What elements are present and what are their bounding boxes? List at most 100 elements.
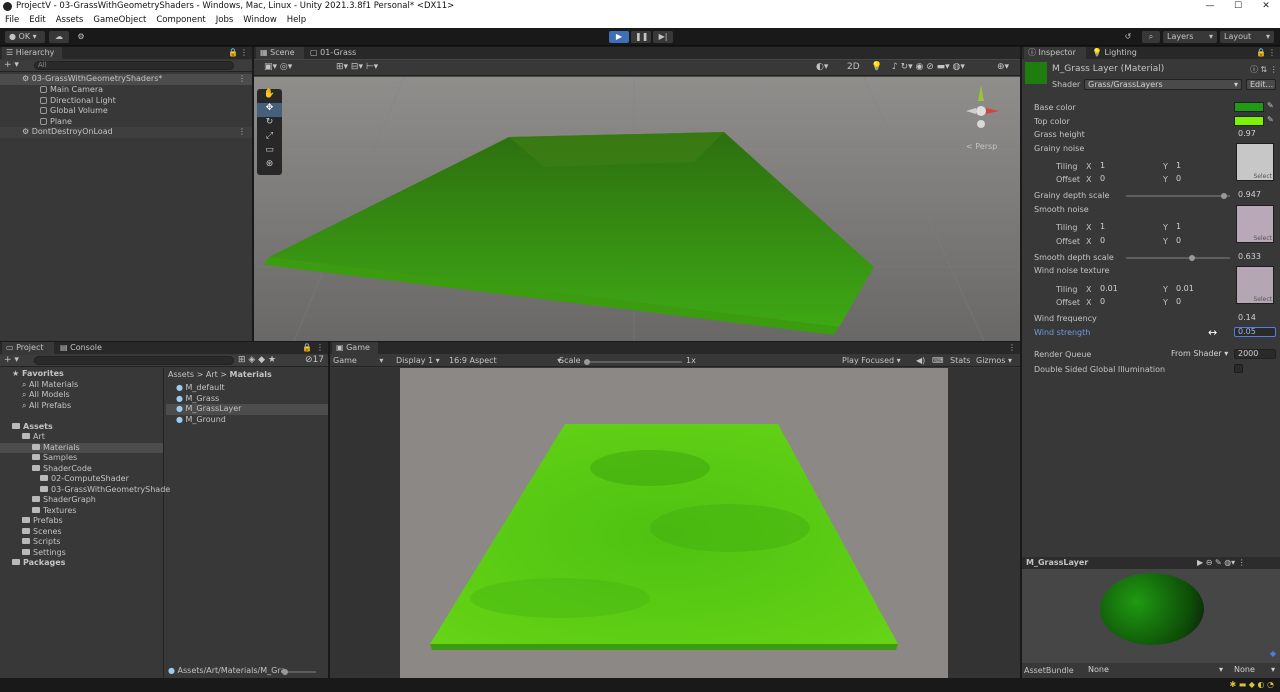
wind-tiling-x[interactable]: 0.01 [1096,284,1160,294]
breadcrumb-assets[interactable]: Assets [168,370,194,379]
menu-component[interactable]: Component [151,13,210,28]
lighting-toggle-icon[interactable]: 💡 [871,62,882,72]
scene-root-item[interactable]: ⚙ 03-GrassWithGeometryShaders* ⋮ [0,74,252,85]
hierarchy-item[interactable]: Directional Light [0,96,252,107]
hierarchy-item[interactable]: Main Camera [0,85,252,96]
assetbundle-variant-dropdown[interactable]: None ▾ [1230,665,1278,675]
scale-slider[interactable] [586,361,682,363]
scale-knob[interactable] [584,359,590,365]
menu-jobs[interactable]: Jobs [211,13,239,28]
tree-item[interactable]: Art [0,432,163,443]
tree-item[interactable]: 03-GrassWithGeometryShade [0,485,170,496]
grainy-depth-field[interactable]: 0.947 [1234,190,1276,200]
hand-tool-icon[interactable]: ✋ [257,89,282,103]
eyedropper-icon[interactable]: ✎ [1267,115,1274,124]
move-tool-icon[interactable]: ✥ [257,103,282,117]
status-icons[interactable]: ✱ ▬ ◆ ◐ ◔ [1229,680,1274,689]
layout-dropdown[interactable]: Layout ▾ [1220,31,1274,43]
play-focused-dropdown[interactable]: Play Focused ▾ [842,356,901,365]
project-search-input[interactable] [34,356,234,365]
tree-item[interactable]: Settings [0,548,163,559]
wind-frequency-field[interactable]: 0.14 [1234,313,1276,323]
hierarchy-item[interactable]: Plane [0,117,252,128]
tree-item-materials[interactable]: Materials [0,442,163,453]
kebab-menu-icon[interactable]: ⋮ [240,47,248,59]
wind-noise-texture[interactable]: Select [1236,266,1274,304]
icon-size-knob[interactable] [282,669,288,675]
menu-gameobject[interactable]: GameObject [88,13,151,28]
asset-item-selected[interactable]: ● M_GrassLayer [166,404,328,415]
ddol-item[interactable]: ⚙ DontDestroyOnLoad ⋮ [0,127,252,138]
grainy-tiling-y[interactable]: 1 [1172,161,1232,171]
smooth-offset-x[interactable]: 0 [1096,236,1160,246]
lock-icon[interactable]: 🔒 [228,47,238,59]
filter-icons[interactable]: ⊞ ◈ ◆ ★ [238,355,276,366]
edit-shader-button[interactable]: Edit... [1246,79,1276,90]
wind-strength-field[interactable]: 0.05 [1234,327,1276,337]
grainy-noise-texture[interactable]: Select [1236,143,1274,181]
kebab-menu-icon[interactable]: ⋮ [1008,342,1016,354]
gizmo-settings-icon[interactable]: ⊕▾ [997,62,1009,72]
stats-button[interactable]: Stats [950,356,970,365]
kebab-menu-icon[interactable]: ⋮ [1268,47,1276,59]
hierarchy-search-input[interactable]: All [34,61,234,70]
base-color-swatch[interactable] [1234,102,1264,112]
grass-height-field[interactable]: 0.97 [1234,129,1276,139]
grainy-tiling-x[interactable]: 1 [1096,161,1160,171]
tree-item[interactable]: ShaderGraph [0,495,163,506]
account-button[interactable]: ● OK ▾ [5,31,45,43]
tab-game[interactable]: ▣ Game [332,342,378,354]
kebab-menu-icon[interactable]: ⋮ [238,127,246,138]
draw-mode-icon[interactable]: ▣▾ ◎▾ [264,62,292,72]
transform-tool-icon[interactable]: ⊛ [257,159,282,173]
shader-dropdown[interactable]: Grass/GrassLayers ▾ [1084,79,1242,90]
eyedropper-icon[interactable]: ✎ [1267,101,1274,110]
render-queue-field[interactable]: 2000 [1234,349,1276,359]
toggle-2d-button[interactable]: 2D [847,62,860,72]
tree-item[interactable]: 02-ComputeShader [0,474,163,485]
orientation-gizmo[interactable] [962,83,1002,129]
close-button[interactable]: ✕ [1252,0,1280,13]
tab-scene[interactable]: ▦ Scene [256,47,304,59]
grainy-depth-slider[interactable] [1126,195,1230,197]
breadcrumb-art[interactable]: Art [206,370,218,379]
tree-item[interactable]: ⌕ All Models [0,390,163,401]
scale-tool-icon[interactable]: ⤢ [257,131,282,145]
wind-tiling-y[interactable]: 0.01 [1172,284,1232,294]
smooth-tiling-x[interactable]: 1 [1096,222,1160,232]
shortcuts-icon[interactable]: ⌨ [932,356,944,365]
breadcrumb-materials[interactable]: Materials [230,370,272,379]
render-queue-mode-dropdown[interactable]: From Shader ▾ [1167,349,1231,359]
select-button[interactable]: Select [1253,173,1272,180]
history-button[interactable]: ↺ [1119,31,1137,43]
add-button[interactable]: + ▾ [4,60,19,71]
shading-toggle-icon[interactable]: ◐▾ [816,62,828,72]
hidden-count[interactable]: ⊘17 [305,355,324,366]
maximize-button[interactable]: ☐ [1224,0,1252,13]
step-button[interactable]: ▶| [653,31,673,43]
tab-inspector[interactable]: ⓘ Inspector [1024,47,1086,59]
grainy-offset-x[interactable]: 0 [1096,174,1160,184]
tree-packages[interactable]: Packages [0,558,163,569]
tree-item[interactable]: Prefabs [0,516,163,527]
wind-offset-y[interactable]: 0 [1172,297,1232,307]
persp-label[interactable]: < Persp [966,142,997,151]
game-render[interactable] [400,368,948,678]
search-button[interactable]: ⌕ [1142,31,1160,43]
menu-edit[interactable]: Edit [24,13,50,28]
tree-item[interactable]: Samples [0,453,163,464]
smooth-noise-texture[interactable]: Select [1236,205,1274,243]
cloud-button[interactable]: ☁ [49,31,69,43]
top-color-swatch[interactable] [1234,116,1264,126]
gizmos-dropdown[interactable]: Gizmos ▾ [976,356,1012,365]
game-mode-dropdown[interactable]: Game ▾ [333,356,383,365]
mute-audio-icon[interactable]: ◀) [916,356,925,365]
create-button[interactable]: + ▾ [4,355,19,366]
tab-hierarchy[interactable]: ☰ Hierarchy [2,47,62,59]
kebab-menu-icon[interactable]: ⋮ [316,342,324,354]
smooth-depth-knob[interactable] [1188,255,1195,261]
smooth-offset-y[interactable]: 0 [1172,236,1232,246]
menu-file[interactable]: File [0,13,24,28]
preview-controls[interactable]: ▶ ⊖ ✎ ◍▾ ⋮ [1197,558,1246,567]
asset-item[interactable]: ● M_Ground [166,415,328,426]
